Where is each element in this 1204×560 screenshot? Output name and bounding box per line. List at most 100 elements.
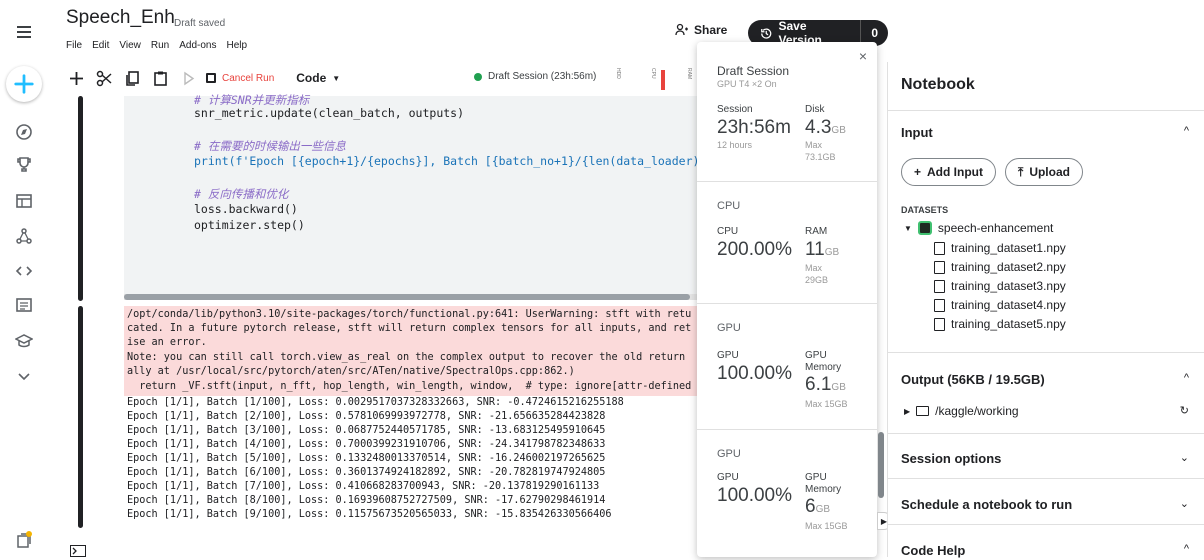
notebook-title[interactable]: Speech_Enh [66, 7, 175, 29]
session-label: Session [717, 104, 753, 115]
cpu-value: 200.00% [717, 239, 793, 260]
popup-title: Draft Session [717, 64, 790, 78]
ram-label: RAM [805, 226, 828, 237]
panel-title: Notebook [901, 76, 975, 93]
copy-button[interactable] [118, 64, 146, 92]
paste-button[interactable] [146, 64, 174, 92]
panel-scrollbar[interactable] [878, 432, 884, 498]
dataset-item[interactable]: ▼ speech-enhancement [904, 221, 1053, 235]
schedule-section[interactable]: Schedule a notebook to run ⌄ [888, 478, 1204, 524]
add-cell-button[interactable] [62, 64, 90, 92]
output-folder[interactable]: ▶ /kaggle/working [904, 404, 1019, 418]
cpu-meter-label: CPU [650, 68, 656, 79]
session-status-label: Draft Session (23h:56m) [488, 71, 597, 82]
session-options-section[interactable]: Session options ⌄ [888, 433, 1204, 478]
plus-icon: + [914, 165, 922, 179]
code-line: snr_metric.update(clean_batch, outputs) [194, 106, 464, 120]
menu-view[interactable]: View [119, 40, 141, 51]
cpu-label: CPU [717, 226, 739, 237]
terminal-icon[interactable] [70, 545, 86, 560]
cut-button[interactable] [90, 64, 118, 92]
models-icon[interactable] [12, 224, 36, 248]
hdd-meter[interactable]: HDD [613, 68, 623, 90]
cancel-run-button[interactable]: Cancel Run [206, 73, 274, 84]
horizontal-scrollbar[interactable] [124, 294, 698, 300]
code-line: print(f'Epoch [{epoch+1}/{epochs}], Batc… [194, 154, 714, 168]
session-sub: 12 hours [717, 140, 753, 150]
copy-icon [125, 70, 139, 86]
caret-down-icon: ▼ [904, 223, 912, 233]
chevron-down-icon[interactable]: ⌄ [1180, 451, 1189, 464]
accelerator-status: GPU T4 ×2 On [717, 79, 777, 89]
session-status[interactable]: Draft Session (23h:56m) [474, 71, 596, 82]
menu-run[interactable]: Run [151, 40, 169, 51]
chevron-up-icon[interactable]: ^ [1184, 125, 1189, 137]
cpu-meter[interactable]: CPU [648, 68, 658, 90]
ram-unit: GB [824, 247, 840, 258]
gpu2-memory-max: Max 15GB [805, 521, 848, 531]
table-icon[interactable] [12, 189, 36, 213]
chevron-up-icon[interactable]: ^ [1184, 543, 1189, 555]
ram-meter[interactable]: RAM [684, 68, 694, 90]
disk-max-value: 73.1GB [805, 152, 836, 162]
disk-unit: GB [831, 125, 846, 136]
ram-max-label: Max [805, 263, 823, 273]
scrollbar-thumb[interactable] [124, 294, 690, 300]
code-icon[interactable] [12, 259, 36, 283]
school-icon[interactable] [12, 329, 36, 353]
discussion-icon[interactable] [12, 294, 36, 318]
create-button[interactable] [6, 66, 42, 102]
run-button[interactable] [174, 64, 202, 92]
code-line: loss.backward() [194, 202, 298, 216]
gpu-memory-label-1: GPU [805, 350, 827, 361]
history-icon [761, 27, 772, 39]
add-input-label: Add Input [927, 165, 983, 179]
code-cell[interactable]: # 计算SNR并更新指标 snr_metric.update(clean_bat… [78, 93, 713, 301]
menu-icon[interactable] [12, 20, 36, 44]
file-item[interactable]: training_dataset2.npy [934, 260, 1066, 274]
session-status-dot [474, 72, 482, 81]
add-input-button[interactable]: + Add Input [901, 158, 996, 186]
ram-meter-label: RAM [686, 68, 692, 80]
file-icon [934, 279, 945, 293]
stderr-line: return _VF.stft(input, n_fft, hop_length… [127, 381, 692, 392]
input-section-title[interactable]: Input [901, 125, 933, 140]
code-editor[interactable]: # 计算SNR并更新指标 snr_metric.update(clean_bat… [124, 93, 713, 294]
hdd-meter-label: HDD [615, 68, 621, 79]
notifications-icon[interactable] [12, 528, 36, 552]
trophy-icon[interactable] [12, 153, 36, 177]
left-rail [0, 0, 48, 557]
file-name: training_dataset2.npy [951, 260, 1066, 274]
gpu-section-2: GPU GPU 100.00% GPU Memory 6GB Max 15GB [697, 430, 877, 557]
chevron-up-icon[interactable]: ^ [1184, 372, 1189, 384]
chevron-down-icon[interactable]: ⌄ [1180, 497, 1189, 510]
file-item[interactable]: training_dataset1.npy [934, 241, 1066, 255]
session-popup: × Draft Session GPU T4 ×2 On Session 23h… [697, 42, 877, 557]
output-section-title[interactable]: Output (56KB / 19.5GB) [901, 372, 1045, 387]
refresh-icon[interactable]: ↻ [1180, 404, 1189, 417]
menu-file[interactable]: File [66, 40, 82, 51]
folder-icon [916, 406, 930, 416]
code-help-title: Code Help [901, 543, 966, 558]
ram-number: 11 [805, 239, 825, 260]
schedule-title: Schedule a notebook to run [901, 497, 1073, 512]
file-item[interactable]: training_dataset4.npy [934, 298, 1066, 312]
gpu-memory-max: Max 15GB [805, 399, 848, 409]
cell-type-select[interactable]: Code ▼ [296, 71, 340, 85]
stderr-line: cated. In a future pytorch release, stft… [127, 323, 692, 334]
file-item[interactable]: training_dataset5.npy [934, 317, 1066, 331]
share-button[interactable]: Share [675, 23, 727, 37]
menu-add-ons[interactable]: Add-ons [179, 40, 216, 51]
stderr-line: ally at /usr/local/src/pytorch/aten/src/… [127, 366, 575, 377]
file-item[interactable]: training_dataset3.npy [934, 279, 1066, 293]
code-line: # 反向传播和优化 [194, 187, 289, 201]
code-help-section[interactable]: Code Help ^ [888, 524, 1204, 558]
gpu-memory-label-2: Memory [805, 362, 842, 373]
output-cell: /opt/conda/lib/python3.10/site-packages/… [78, 306, 698, 530]
chevron-down-icon[interactable] [12, 364, 36, 388]
menu-help[interactable]: Help [226, 40, 247, 51]
menu-edit[interactable]: Edit [92, 40, 109, 51]
upload-button[interactable]: ⤒ Upload [1005, 158, 1083, 186]
compass-icon[interactable] [12, 120, 36, 144]
gpu-label: GPU [717, 350, 739, 361]
